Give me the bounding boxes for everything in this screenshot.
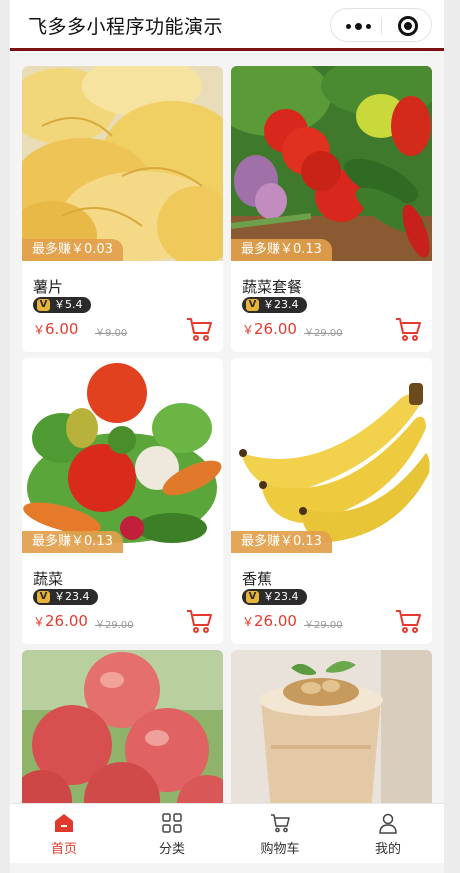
bottom-tabbar: 首页 分类 购物车 我的 — [10, 803, 444, 863]
product-name: 香蕉 — [242, 570, 273, 588]
tab-profile[interactable]: 我的 — [334, 804, 442, 864]
add-to-cart-icon[interactable] — [394, 607, 422, 635]
cart-icon — [271, 814, 290, 833]
vip-price-tag: V ￥23.4 — [242, 589, 307, 605]
page-title: 飞多多小程序功能演示 — [28, 16, 224, 38]
vip-icon: V — [246, 299, 259, 311]
price-value: 26.00 — [254, 612, 297, 630]
product-card-chips[interactable]: 最多赚￥0.03 薯片 V ￥5.4 ￥6.00 ￥9.00 — [22, 66, 223, 352]
product-name: 蔬菜套餐 — [242, 278, 303, 296]
product-name: 蔬菜 — [33, 570, 64, 588]
home-icon — [55, 814, 73, 832]
tab-home-label: 首页 — [50, 842, 77, 857]
tab-category-label: 分类 — [158, 842, 185, 857]
tab-category[interactable]: 分类 — [118, 804, 226, 864]
vip-icon: V — [37, 591, 50, 603]
grid-icon — [162, 813, 182, 833]
vip-icon: V — [246, 591, 259, 603]
price-value: 26.00 — [254, 320, 297, 338]
product-card-milk-tea[interactable] — [231, 650, 432, 810]
product-image-chips[interactable] — [22, 66, 223, 261]
price-currency: ￥ — [33, 615, 46, 629]
nav-header: 飞多多小程序功能演示 — [10, 0, 444, 51]
product-price: ￥26.00 — [242, 320, 297, 338]
add-to-cart-icon[interactable] — [185, 607, 213, 635]
product-card-vegetables[interactable]: 最多赚￥0.13 蔬菜 V ￥23.4 ￥26.00 ￥29.00 — [22, 358, 223, 644]
add-to-cart-icon[interactable] — [185, 315, 213, 343]
product-image-vegetables[interactable] — [22, 358, 223, 553]
tab-profile-label: 我的 — [374, 842, 401, 857]
price-currency: ￥ — [242, 323, 255, 337]
bottom-safe-area — [10, 863, 444, 873]
user-icon — [379, 813, 397, 834]
tab-home[interactable]: 首页 — [10, 804, 118, 864]
vip-price-tag: V ￥23.4 — [242, 297, 307, 313]
vip-price: ￥23.4 — [263, 298, 299, 311]
price-currency: ￥ — [33, 323, 46, 337]
commission-badge: 最多赚￥0.13 — [231, 531, 332, 553]
original-price: ￥29.00 — [95, 620, 134, 631]
vip-price-tag: V ￥23.4 — [33, 589, 98, 605]
commission-badge: 最多赚￥0.03 — [22, 239, 123, 261]
vip-icon: V — [37, 299, 50, 311]
add-to-cart-icon[interactable] — [394, 315, 422, 343]
close-miniprogram-icon[interactable] — [391, 9, 425, 43]
product-image-milk-tea[interactable] — [231, 650, 432, 810]
product-price: ￥26.00 — [33, 612, 88, 630]
vip-price: ￥23.4 — [263, 590, 299, 603]
vip-price-tag: V ￥5.4 — [33, 297, 91, 313]
more-menu-icon[interactable] — [341, 9, 375, 43]
miniprogram-capsule — [330, 8, 432, 42]
vip-price: ￥23.4 — [54, 590, 90, 603]
commission-badge: 最多赚￥0.13 — [231, 239, 332, 261]
price-value: 6.00 — [45, 320, 79, 338]
commission-badge: 最多赚￥0.13 — [22, 531, 123, 553]
tab-cart-label: 购物车 — [260, 842, 300, 857]
tab-cart[interactable]: 购物车 — [226, 804, 334, 864]
capsule-divider — [381, 17, 382, 35]
product-image-apples[interactable] — [22, 650, 223, 810]
original-price: ￥29.00 — [304, 328, 343, 339]
price-currency: ￥ — [242, 615, 255, 629]
product-card-apples[interactable] — [22, 650, 223, 810]
price-value: 26.00 — [45, 612, 88, 630]
original-price: ￥29.00 — [304, 620, 343, 631]
vip-price: ￥5.4 — [54, 298, 83, 311]
product-price: ￥26.00 — [242, 612, 297, 630]
original-price: ￥9.00 — [95, 328, 128, 339]
product-card-veg-set[interactable]: 最多赚￥0.13 蔬菜套餐 V ￥23.4 ￥26.00 ￥29.00 — [231, 66, 432, 352]
product-price: ￥6.00 — [33, 320, 78, 338]
product-image-veg-set[interactable] — [231, 66, 432, 261]
product-card-banana[interactable]: 最多赚￥0.13 香蕉 V ￥23.4 ￥26.00 ￥29.00 — [231, 358, 432, 644]
product-image-banana[interactable] — [231, 358, 432, 553]
product-name: 薯片 — [33, 278, 64, 296]
app-frame: 飞多多小程序功能演示 最多赚￥0.03 薯片 V ￥5.4 ￥6.00 ￥9.0… — [10, 0, 444, 873]
